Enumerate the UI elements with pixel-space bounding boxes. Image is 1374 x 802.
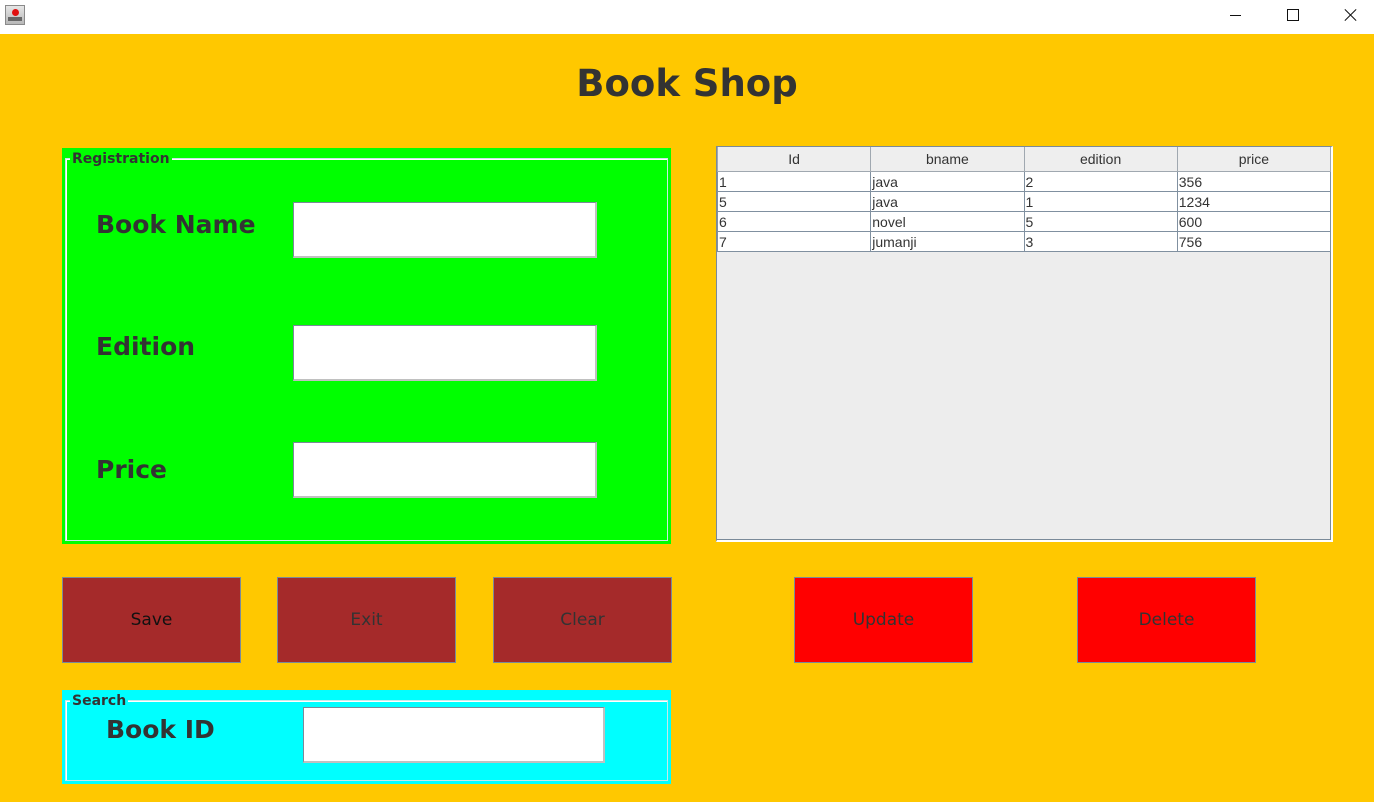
cell-edition[interactable]: 3	[1023, 231, 1178, 252]
book-id-label: Book ID	[106, 715, 215, 744]
cell-id[interactable]: 5	[716, 191, 872, 212]
maximize-icon	[1287, 9, 1299, 21]
cell-id[interactable]: 6	[716, 211, 872, 232]
table-row[interactable]: 5 java 1 1234	[716, 191, 1332, 212]
clear-button[interactable]: Clear	[493, 577, 672, 663]
cell-price[interactable]: 356	[1176, 171, 1332, 192]
registration-legend: Registration	[70, 151, 172, 167]
minimize-button[interactable]	[1206, 0, 1264, 30]
table-row[interactable]: 1 java 2 356	[716, 171, 1332, 192]
delete-button[interactable]: Delete	[1077, 577, 1256, 663]
table-row[interactable]: 6 novel 5 600	[716, 211, 1332, 232]
search-panel: Search Book ID	[62, 690, 671, 784]
price-input[interactable]	[293, 442, 597, 498]
maximize-button[interactable]	[1264, 0, 1322, 30]
registration-panel: Registration Book Name Edition Price	[62, 148, 671, 544]
table-row[interactable]: 7 jumanji 3 756	[716, 231, 1332, 252]
edition-label: Edition	[96, 332, 196, 361]
cell-id[interactable]: 7	[716, 231, 872, 252]
book-id-search-input[interactable]	[303, 707, 605, 763]
cell-id[interactable]: 1	[716, 171, 872, 192]
price-label: Price	[96, 455, 167, 484]
cell-edition[interactable]: 5	[1023, 211, 1178, 232]
save-button[interactable]: Save	[62, 577, 241, 663]
book-name-label: Book Name	[96, 210, 256, 239]
table-header-row: Id bname edition price	[716, 147, 1332, 172]
books-table: Id bname edition price 1 java 2 356 5 ja…	[716, 147, 1332, 252]
minimize-icon	[1229, 14, 1241, 16]
column-header-id[interactable]: Id	[716, 147, 872, 172]
java-app-icon	[5, 5, 25, 25]
window-title-bar	[0, 0, 1374, 34]
cell-bname[interactable]: java	[870, 191, 1025, 212]
close-icon	[1344, 8, 1358, 22]
page-title: Book Shop	[576, 62, 798, 105]
cell-price[interactable]: 756	[1176, 231, 1332, 252]
cell-price[interactable]: 1234	[1176, 191, 1332, 212]
cell-bname[interactable]: java	[870, 171, 1025, 192]
cell-bname[interactable]: novel	[870, 211, 1025, 232]
search-legend: Search	[70, 693, 129, 709]
exit-button[interactable]: Exit	[277, 577, 456, 663]
cell-edition[interactable]: 2	[1023, 171, 1178, 192]
column-header-price[interactable]: price	[1176, 147, 1332, 172]
cell-price[interactable]: 600	[1176, 211, 1332, 232]
book-name-input[interactable]	[293, 202, 597, 258]
column-header-bname[interactable]: bname	[870, 147, 1025, 172]
books-table-pane[interactable]: Id bname edition price 1 java 2 356 5 ja…	[716, 146, 1333, 542]
cell-bname[interactable]: jumanji	[870, 231, 1025, 252]
edition-input[interactable]	[293, 325, 597, 381]
cell-edition[interactable]: 1	[1023, 191, 1178, 212]
update-button[interactable]: Update	[794, 577, 973, 663]
close-window-button[interactable]	[1322, 0, 1374, 30]
column-header-edition[interactable]: edition	[1023, 147, 1178, 172]
